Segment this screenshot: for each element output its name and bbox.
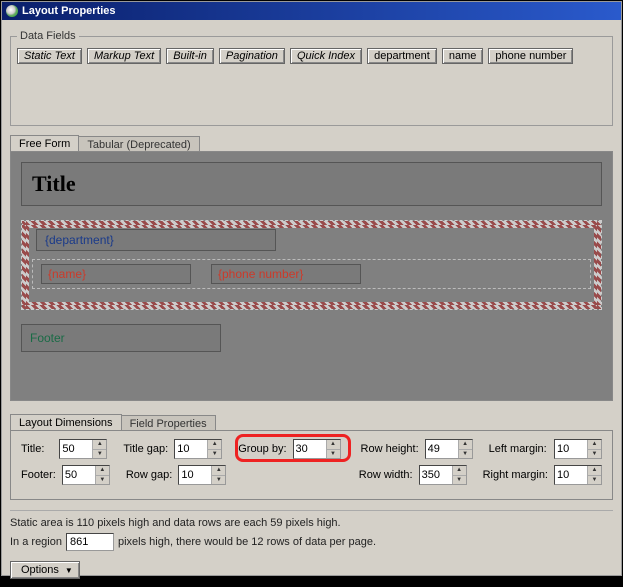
data-fields-legend: Data Fields xyxy=(17,30,79,42)
spinner-row-width[interactable]: ▲▼ xyxy=(419,465,467,485)
input-footer[interactable] xyxy=(63,466,95,484)
phone-placeholder[interactable]: {phone number} xyxy=(211,264,361,284)
dimension-tabs: Layout Dimensions Field Properties xyxy=(10,413,613,430)
status-area: Static area is 110 pixels high and data … xyxy=(10,510,613,551)
status-line-1: Static area is 110 pixels high and data … xyxy=(10,517,613,529)
field-department[interactable]: department xyxy=(367,48,437,64)
label-title: Title: xyxy=(21,443,53,455)
down-icon[interactable]: ▼ xyxy=(588,450,601,459)
spinner-footer[interactable]: ▲▼ xyxy=(62,465,110,485)
spinner-title[interactable]: ▲▼ xyxy=(59,439,107,459)
label-group-by: Group by: xyxy=(238,443,286,455)
label-left-margin: Left margin: xyxy=(489,443,548,455)
input-group-by[interactable] xyxy=(294,440,326,458)
data-fields-group: Data Fields Static Text Markup Text Buil… xyxy=(10,30,613,126)
down-icon[interactable]: ▼ xyxy=(588,476,601,485)
name-placeholder[interactable]: {name} xyxy=(41,264,191,284)
field-markup-text[interactable]: Markup Text xyxy=(87,48,161,64)
field-phone[interactable]: phone number xyxy=(488,48,573,64)
field-name[interactable]: name xyxy=(442,48,484,64)
input-right-margin[interactable] xyxy=(555,466,587,484)
input-title[interactable] xyxy=(60,440,92,458)
input-row-width[interactable] xyxy=(420,466,452,484)
chevron-down-icon: ▼ xyxy=(65,566,73,575)
input-left-margin[interactable] xyxy=(555,440,587,458)
free-form-panel: Title {department} {name} {phone number}… xyxy=(10,151,613,401)
label-row-gap: Row gap: xyxy=(126,469,172,481)
tab-free-form[interactable]: Free Form xyxy=(10,135,79,152)
spinner-title-gap[interactable]: ▲▼ xyxy=(174,439,222,459)
label-row-height: Row height: xyxy=(361,443,419,455)
label-footer: Footer: xyxy=(21,469,56,481)
title-text: Title xyxy=(32,171,76,197)
label-right-margin: Right margin: xyxy=(483,469,548,481)
up-icon[interactable]: ▲ xyxy=(212,466,225,476)
footer-box[interactable]: Footer xyxy=(21,324,221,352)
group-box[interactable]: {department} {name} {phone number} xyxy=(21,220,602,310)
spinner-row-gap[interactable]: ▲▼ xyxy=(178,465,226,485)
up-icon[interactable]: ▲ xyxy=(208,440,221,450)
spinner-left-margin[interactable]: ▲▼ xyxy=(554,439,602,459)
label-row-width: Row width: xyxy=(359,469,413,481)
title-band[interactable]: Title xyxy=(21,162,602,206)
up-icon[interactable]: ▲ xyxy=(93,440,106,450)
field-quick-index[interactable]: Quick Index xyxy=(290,48,362,64)
department-placeholder[interactable]: {department} xyxy=(36,229,276,251)
region-input[interactable] xyxy=(66,533,114,551)
layout-properties-window: Layout Properties Data Fields Static Tex… xyxy=(1,1,622,576)
spinner-right-margin[interactable]: ▲▼ xyxy=(554,465,602,485)
input-row-gap[interactable] xyxy=(179,466,211,484)
spinner-group-by[interactable]: ▲▼ xyxy=(293,439,341,459)
titlebar: Layout Properties xyxy=(2,2,621,20)
down-icon[interactable]: ▼ xyxy=(208,450,221,459)
down-icon[interactable]: ▼ xyxy=(93,450,106,459)
options-label: Options xyxy=(21,564,59,576)
up-icon[interactable]: ▲ xyxy=(588,466,601,476)
status-line-2b: pixels high, there would be 12 rows of d… xyxy=(118,536,376,548)
up-icon[interactable]: ▲ xyxy=(453,466,466,476)
input-title-gap[interactable] xyxy=(175,440,207,458)
spinner-row-height[interactable]: ▲▼ xyxy=(425,439,473,459)
layout-tabs: Free Form Tabular (Deprecated) xyxy=(10,134,613,151)
down-icon[interactable]: ▼ xyxy=(96,476,109,485)
up-icon[interactable]: ▲ xyxy=(327,440,340,450)
status-line-2a: In a region xyxy=(10,536,62,548)
window-title: Layout Properties xyxy=(22,5,116,17)
data-row[interactable]: {name} {phone number} xyxy=(32,259,591,289)
options-button[interactable]: Options ▼ xyxy=(10,561,80,579)
up-icon[interactable]: ▲ xyxy=(588,440,601,450)
layout-dimensions-panel: Title: ▲▼ Title gap: ▲▼ Group by: ▲▼ Row… xyxy=(10,430,613,500)
down-icon[interactable]: ▼ xyxy=(212,476,225,485)
label-title-gap: Title gap: xyxy=(123,443,168,455)
up-icon[interactable]: ▲ xyxy=(96,466,109,476)
field-static-text[interactable]: Static Text xyxy=(17,48,82,64)
field-pagination[interactable]: Pagination xyxy=(219,48,285,64)
field-built-in[interactable]: Built-in xyxy=(166,48,214,64)
input-row-height[interactable] xyxy=(426,440,458,458)
tab-layout-dimensions[interactable]: Layout Dimensions xyxy=(10,414,122,431)
down-icon[interactable]: ▼ xyxy=(327,450,340,459)
app-icon xyxy=(6,5,18,17)
down-icon[interactable]: ▼ xyxy=(453,476,466,485)
down-icon[interactable]: ▼ xyxy=(459,450,472,459)
up-icon[interactable]: ▲ xyxy=(459,440,472,450)
